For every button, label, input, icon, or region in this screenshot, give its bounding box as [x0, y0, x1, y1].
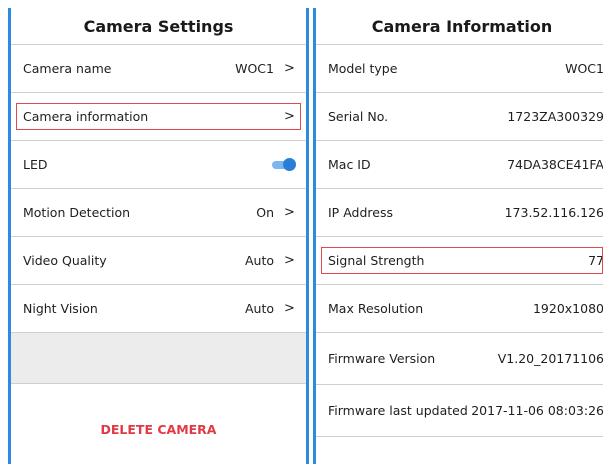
led-label: LED: [23, 157, 48, 172]
firmware-last-updated-value: 2017-11-06 08:03:26: [471, 403, 603, 418]
chevron-right-icon: >: [284, 205, 295, 220]
video-quality-value: Auto: [244, 253, 274, 268]
video-quality-row[interactable]: Video Quality Auto >: [11, 237, 306, 285]
camera-information-panel: Camera Information Model type WOC1 Seria…: [313, 8, 603, 464]
led-row: LED: [11, 141, 306, 189]
firmware-last-updated-row: Firmware last updated 2017-11-06 08:03:2…: [316, 385, 603, 437]
chevron-right-icon: >: [284, 109, 295, 124]
camera-name-label: Camera name: [23, 61, 112, 76]
firmware-version-value: V1.20_20171106: [497, 351, 603, 366]
camera-settings-panel: Camera Settings Camera name WOC1 > Camer…: [8, 8, 309, 464]
night-vision-row[interactable]: Night Vision Auto >: [11, 285, 306, 333]
ip-address-value: 173.52.116.126: [504, 205, 603, 220]
model-type-row: Model type WOC1: [316, 45, 603, 93]
firmware-last-updated-label: Firmware last updated: [328, 403, 468, 418]
signal-strength-value: 77: [588, 253, 603, 268]
motion-detection-value: On: [256, 205, 274, 220]
max-resolution-label: Max Resolution: [328, 301, 424, 316]
video-quality-label: Video Quality: [23, 253, 107, 268]
camera-information-row[interactable]: Camera information >: [11, 93, 306, 141]
camera-name-row[interactable]: Camera name WOC1 >: [11, 45, 306, 93]
camera-information-title: Camera Information: [316, 8, 603, 45]
firmware-version-row: Firmware Version V1.20_20171106: [316, 333, 603, 385]
led-toggle[interactable]: [272, 157, 296, 171]
signal-strength-label: Signal Strength: [328, 253, 425, 268]
chevron-right-icon: >: [284, 253, 295, 268]
camera-name-value: WOC1: [235, 61, 274, 76]
firmware-version-label: Firmware Version: [328, 351, 436, 366]
night-vision-label: Night Vision: [23, 301, 98, 316]
motion-detection-label: Motion Detection: [23, 205, 131, 220]
model-type-label: Model type: [328, 61, 398, 76]
max-resolution-value: 1920x1080: [532, 301, 603, 316]
ip-address-row: IP Address 173.52.116.126: [316, 189, 603, 237]
serial-number-row: Serial No. 1723ZA300329: [316, 93, 603, 141]
night-vision-value: Auto: [244, 301, 274, 316]
motion-detection-row[interactable]: Motion Detection On >: [11, 189, 306, 237]
serial-number-label: Serial No.: [328, 109, 389, 124]
delete-camera-button[interactable]: DELETE CAMERA: [11, 384, 306, 464]
camera-information-label: Camera information: [23, 109, 149, 124]
max-resolution-row: Max Resolution 1920x1080: [316, 285, 603, 333]
ip-address-label: IP Address: [328, 205, 393, 220]
chevron-right-icon: >: [284, 61, 295, 76]
mac-id-row: Mac ID 74DA38CE41FA: [316, 141, 603, 189]
signal-strength-row: Signal Strength 77: [316, 237, 603, 285]
model-type-value: WOC1: [565, 61, 603, 76]
serial-number-value: 1723ZA300329: [507, 109, 603, 124]
spacer-block: [11, 333, 306, 384]
camera-settings-title: Camera Settings: [11, 8, 306, 45]
chevron-right-icon: >: [284, 301, 295, 316]
mac-id-label: Mac ID: [328, 157, 371, 172]
toggle-knob: [283, 157, 296, 171]
mac-id-value: 74DA38CE41FA: [507, 157, 603, 172]
